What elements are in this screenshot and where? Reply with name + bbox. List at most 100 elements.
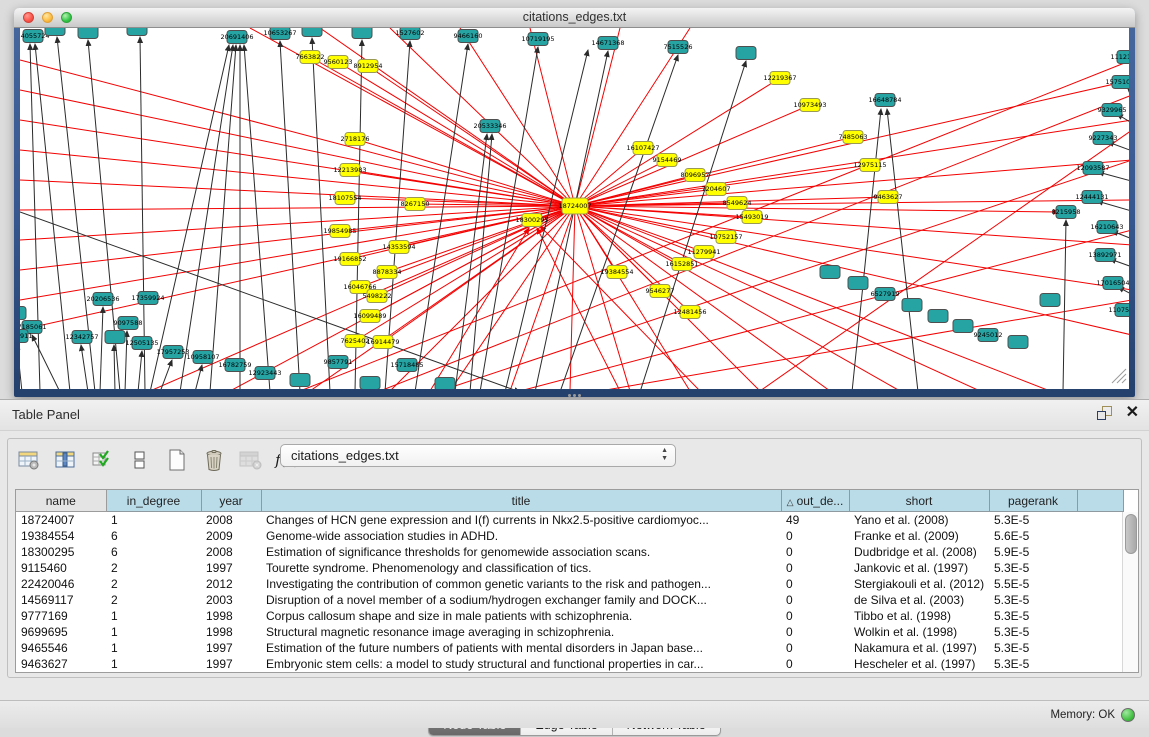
graph-node[interactable]: 9154469 <box>653 154 682 167</box>
column-header-title[interactable]: title <box>261 490 781 512</box>
citation-network-graph[interactable]: 1405572420691406106532671527602946616010… <box>20 28 1129 389</box>
table-cell[interactable]: 9463627 <box>16 656 106 672</box>
graph-edge[interactable] <box>415 44 468 389</box>
graph-node[interactable]: 16210643 <box>1090 221 1123 234</box>
graph-edge[interactable] <box>20 206 575 300</box>
graph-node[interactable] <box>78 28 98 39</box>
graph-node[interactable]: 19384554 <box>600 266 633 279</box>
graph-node[interactable]: 10958107 <box>186 351 219 364</box>
graph-node[interactable]: 8549624 <box>723 197 752 210</box>
graph-edge[interactable] <box>537 228 620 389</box>
graph-edge[interactable] <box>338 62 575 206</box>
table-cell[interactable]: Stergiakouli et al. (2012) <box>849 576 989 592</box>
panel-splitter-handle[interactable] <box>566 394 582 398</box>
window-resize-grip[interactable] <box>1112 369 1126 383</box>
graph-node[interactable]: 11075339 <box>1108 304 1129 317</box>
graph-edge[interactable] <box>520 230 1129 389</box>
table-cell[interactable]: Tourette syndrome. Phenomenology and cla… <box>261 560 781 576</box>
table-cell[interactable]: 5.3E-5 <box>989 608 1077 624</box>
table-row[interactable]: 1938455462009Genome-wide association stu… <box>16 528 1123 544</box>
table-cell[interactable] <box>1077 560 1123 576</box>
table-cell[interactable]: Genome-wide association studies in ADHD. <box>261 528 781 544</box>
graph-node[interactable]: 8096957 <box>681 169 710 182</box>
graph-node[interactable]: 7485063 <box>839 131 868 144</box>
graph-node[interactable]: 6527919 <box>871 288 900 301</box>
memory-status-indicator[interactable] <box>1121 708 1135 722</box>
graph-edge[interactable] <box>100 307 103 389</box>
column-header-name[interactable]: name <box>16 490 106 512</box>
graph-node[interactable]: 8878334 <box>373 266 402 279</box>
column-header-pagerank[interactable]: pagerank <box>989 490 1077 512</box>
table-cell[interactable]: Investigating the contribution of common… <box>261 576 781 592</box>
table-cell[interactable]: 1997 <box>201 656 261 672</box>
graph-edge[interactable] <box>32 335 60 389</box>
graph-node[interactable]: 16782759 <box>218 359 251 372</box>
graph-node[interactable]: 19166852 <box>333 253 366 266</box>
table-row[interactable]: 1830029562008Estimation of significance … <box>16 544 1123 560</box>
table-cell[interactable]: 0 <box>781 640 849 656</box>
table-cell[interactable] <box>1077 512 1123 529</box>
graph-node[interactable] <box>290 374 310 387</box>
graph-node[interactable]: 9560123 <box>324 56 353 69</box>
graph-node[interactable]: 12444131 <box>1075 191 1108 204</box>
table-cell[interactable] <box>1077 528 1123 544</box>
graph-node[interactable]: 12342757 <box>65 331 98 344</box>
graph-edge[interactable] <box>575 28 620 206</box>
table-cell[interactable]: Yano et al. (2008) <box>849 512 989 529</box>
graph-node[interactable]: 7625402 <box>341 335 370 348</box>
graph-node-hub[interactable]: 18724007 <box>558 198 591 214</box>
graph-edge[interactable] <box>114 345 115 389</box>
graph-node[interactable]: 8267150 <box>401 198 430 211</box>
table-cell[interactable]: Structural magnetic resonance image aver… <box>261 624 781 640</box>
table-cell[interactable]: 1998 <box>201 608 261 624</box>
table-cell[interactable]: 5.5E-5 <box>989 576 1077 592</box>
column-header-out_de...[interactable]: △out_de... <box>781 490 849 512</box>
graph-node[interactable]: 14353594 <box>382 241 415 254</box>
table-cell[interactable]: 19384554 <box>16 528 106 544</box>
graph-node[interactable]: 8215958 <box>1052 206 1081 219</box>
table-cell[interactable]: 2 <box>106 592 201 608</box>
graph-node[interactable]: 16648784 <box>868 94 901 107</box>
table-cell[interactable]: 1 <box>106 656 201 672</box>
graph-node[interactable]: 20206536 <box>86 293 119 306</box>
table-cell[interactable]: 5.3E-5 <box>989 640 1077 656</box>
graph-node[interactable]: 9227343 <box>1089 132 1118 145</box>
table-row[interactable]: 1872400712008Changes of HCN gene express… <box>16 512 1123 529</box>
table-cell[interactable]: 1998 <box>201 624 261 640</box>
new-table-icon[interactable] <box>164 447 190 473</box>
table-row[interactable]: 977716911998Corpus callosum shape and si… <box>16 608 1123 624</box>
float-panel-icon[interactable] <box>1096 405 1112 421</box>
graph-node[interactable]: 12213983 <box>333 164 366 177</box>
graph-node[interactable]: 9329965 <box>1098 104 1127 117</box>
graph-node[interactable]: 15751074 <box>1105 76 1129 89</box>
graph-node[interactable]: 16152851 <box>665 258 698 271</box>
graph-edge[interactable] <box>20 150 575 206</box>
select-columns-icon[interactable] <box>90 447 116 473</box>
graph-node[interactable]: 16099489 <box>353 310 386 323</box>
table-options-icon[interactable] <box>16 447 42 473</box>
graph-edge[interactable] <box>460 28 575 206</box>
graph-node[interactable] <box>302 28 322 37</box>
column-header-in_degree[interactable]: in_degree <box>106 490 201 512</box>
table-cell[interactable]: 2009 <box>201 528 261 544</box>
table-cell[interactable]: 0 <box>781 592 849 608</box>
graph-node[interactable]: 12219367 <box>763 72 796 85</box>
table-cell[interactable]: Wolkin et al. (1998) <box>849 624 989 640</box>
graph-edge[interactable] <box>244 45 270 389</box>
column-header-year[interactable]: year <box>201 490 261 512</box>
table-row[interactable]: 946554611997Estimation of the future num… <box>16 640 1123 656</box>
table-cell[interactable] <box>1077 656 1123 672</box>
table-row[interactable]: 969969511998Structural magnetic resonanc… <box>16 624 1123 640</box>
graph-edge[interactable] <box>20 344 22 389</box>
graph-node[interactable] <box>127 28 147 36</box>
graph-edge[interactable] <box>160 360 172 389</box>
graph-node[interactable] <box>360 377 380 390</box>
window-titlebar[interactable]: citations_edges.txt <box>14 8 1135 28</box>
graph-node[interactable] <box>45 28 65 36</box>
graph-node[interactable]: 9245012 <box>974 329 1003 342</box>
table-cell[interactable]: 0 <box>781 544 849 560</box>
graph-edge[interactable] <box>195 365 202 389</box>
graph-edge[interactable] <box>575 105 810 206</box>
graph-node[interactable]: 20691406 <box>220 31 253 44</box>
graph-node[interactable] <box>848 277 868 290</box>
